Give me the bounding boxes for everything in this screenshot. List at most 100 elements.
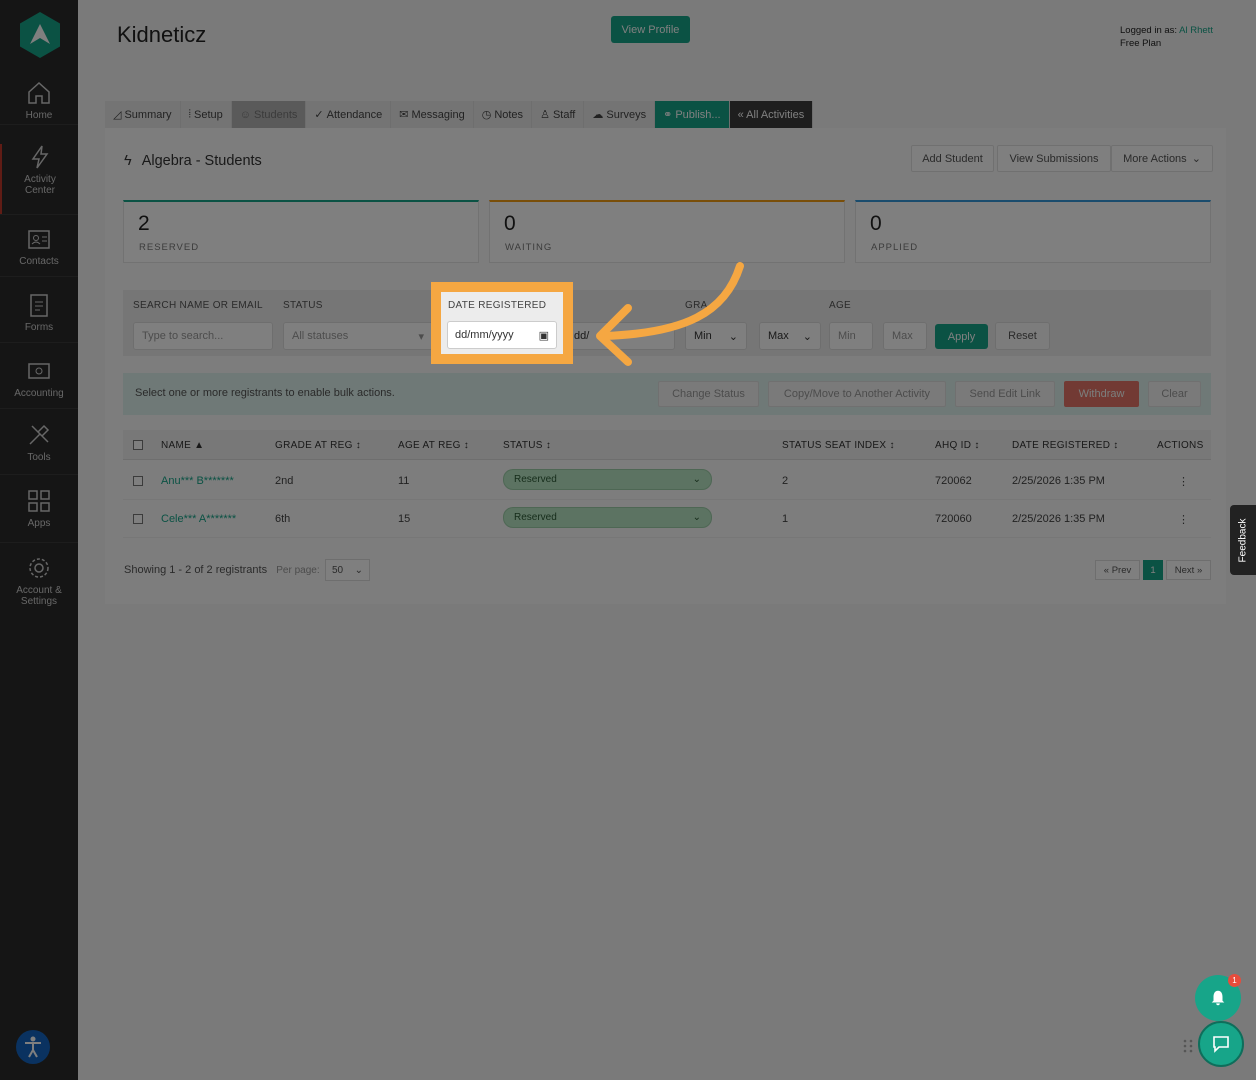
student-name-link[interactable]: Anu*** B*******: [161, 475, 234, 487]
more-actions-button[interactable]: More Actions ⌄: [1111, 145, 1213, 172]
tab-label: Staff: [552, 108, 576, 121]
grade-max-select[interactable]: Max ⌄: [759, 322, 821, 350]
date-registered-filter: DATE REGISTERED dd/mm/yyyy ▣: [441, 292, 563, 354]
search-input[interactable]: Type to search...: [133, 322, 273, 350]
column-header-actions: ACTIONS: [1157, 440, 1204, 451]
accessibility-button[interactable]: [16, 1030, 50, 1064]
column-header-ahq-id[interactable]: AHQ ID ↕: [935, 440, 980, 451]
next-page-button[interactable]: Next »: [1166, 560, 1211, 580]
sidebar-item-contacts[interactable]: Contacts: [0, 226, 78, 267]
grade-max-value: Max: [768, 330, 789, 342]
view-submissions-button[interactable]: View Submissions: [997, 145, 1111, 172]
select-all-checkbox[interactable]: [133, 440, 143, 450]
seat-index-cell: 1: [782, 513, 789, 525]
student-name-link[interactable]: Cele*** A*******: [161, 513, 236, 525]
status-select[interactable]: All statuses ▾: [283, 322, 433, 350]
sidebar-item-account-settings[interactable]: Account & Settings: [0, 555, 78, 607]
tab-all-activities[interactable]: « All Activities: [729, 101, 814, 128]
column-header-grade[interactable]: GRADE AT REG ↕: [275, 440, 361, 451]
date-from-input[interactable]: dd/mm/yyyy ▣: [447, 321, 557, 349]
drag-handle-icon[interactable]: [1182, 1038, 1194, 1054]
calendar-icon[interactable]: ▣: [539, 329, 549, 342]
column-header-date-registered[interactable]: DATE REGISTERED ↕: [1012, 440, 1119, 451]
column-header-age[interactable]: AGE AT REG ↕: [398, 440, 469, 451]
tab-summary[interactable]: ◿ Summary: [105, 101, 181, 128]
chevron-down-icon: ⌄: [692, 474, 701, 485]
pointer-arrow-icon: [596, 262, 744, 366]
notification-count-badge: 1: [1228, 974, 1241, 987]
lightning-icon: [31, 145, 49, 169]
user-name-link[interactable]: Al Rhett: [1179, 25, 1213, 36]
column-header-name[interactable]: NAME ▲: [161, 440, 204, 451]
chevron-down-icon: ⌄: [802, 330, 812, 343]
ahq-id-cell: 720062: [935, 475, 972, 487]
chevron-down-icon: ⌄: [354, 564, 363, 576]
plan-label: Free Plan: [1120, 38, 1162, 49]
page-title: Kidneticz: [117, 22, 207, 47]
tab-messaging[interactable]: ✉ Messaging: [391, 101, 474, 128]
applied-stat: 0 APPLIED: [855, 200, 1211, 263]
tab-publish[interactable]: ⚭ Publish...: [655, 101, 730, 128]
age-min-input[interactable]: Min: [829, 322, 873, 350]
age-max-input[interactable]: Max: [883, 322, 927, 350]
sidebar-item-tools[interactable]: Tools: [0, 422, 78, 463]
prev-page-button[interactable]: « Prev: [1095, 560, 1140, 580]
reset-button[interactable]: Reset: [995, 322, 1050, 350]
tab-notes[interactable]: ◷ Notes: [473, 101, 533, 128]
chat-button[interactable]: [1198, 1021, 1244, 1067]
age-cell: 15: [398, 513, 411, 525]
change-status-button[interactable]: Change Status: [658, 381, 759, 407]
row-actions-menu-icon[interactable]: ⋮: [1178, 513, 1189, 526]
add-student-button[interactable]: Add Student: [911, 145, 994, 172]
copy-move-button[interactable]: Copy/Move to Another Activity: [768, 381, 946, 407]
sidebar-item-label: Accounting: [14, 388, 64, 399]
tab-attendance[interactable]: ✓ Attendance: [306, 101, 392, 128]
sidebar-item-home[interactable]: Home: [0, 80, 78, 121]
tab-setup[interactable]: ⦙ Setup: [180, 101, 232, 128]
column-header-status[interactable]: STATUS ↕: [503, 440, 551, 451]
bell-icon: [1211, 990, 1225, 1006]
row-checkbox[interactable]: [133, 476, 143, 486]
chart-icon: ◿: [113, 109, 122, 121]
page-1-button[interactable]: 1: [1143, 560, 1163, 580]
staff-icon: ♙: [540, 109, 550, 121]
check-icon: ✓: [314, 109, 324, 121]
chat-icon: [1213, 1036, 1229, 1053]
seat-index-cell: 2: [782, 475, 789, 487]
sidebar-item-activity-center[interactable]: Activity Center: [0, 144, 78, 214]
grade-cell: 6th: [275, 513, 291, 525]
row-actions-menu-icon[interactable]: ⋮: [1178, 475, 1189, 488]
status-dropdown[interactable]: Reserved ⌄: [503, 469, 712, 490]
reserved-label: RESERVED: [139, 242, 200, 253]
withdraw-button[interactable]: Withdraw: [1064, 381, 1139, 407]
sidebar-item-accounting[interactable]: Accounting: [0, 358, 78, 399]
tab-students[interactable]: ☺ Students: [231, 101, 307, 128]
apply-button[interactable]: Apply: [935, 324, 988, 349]
accessibility-icon: [25, 1036, 41, 1058]
tab-staff[interactable]: ♙ Staff: [532, 101, 585, 128]
tab-label: « All Activities: [737, 108, 805, 121]
sidebar-item-forms[interactable]: Forms: [0, 292, 78, 333]
sidebar-item-apps[interactable]: Apps: [0, 488, 78, 529]
showing-count: Showing 1 - 2 of 2 registrants Per page:: [124, 564, 320, 576]
sidebar-item-label: Activity Center: [24, 174, 56, 196]
tab-label: Notes: [494, 108, 524, 121]
feedback-label: Feedback: [1237, 518, 1249, 562]
reserved-stat: 2 RESERVED: [123, 200, 479, 263]
waiting-label: WAITING: [505, 242, 553, 253]
bulk-hint: Select one or more registrants to enable…: [135, 387, 395, 399]
feedback-tab[interactable]: Feedback: [1230, 505, 1256, 575]
column-header-seat-index[interactable]: STATUS SEAT INDEX ↕: [782, 440, 895, 451]
cloud-icon: ☁: [592, 109, 604, 121]
view-profile-button[interactable]: View Profile: [611, 16, 690, 43]
logo-icon[interactable]: [20, 12, 60, 58]
per-page-select[interactable]: 50 ⌄: [325, 559, 370, 581]
sidebar-item-label: Forms: [24, 322, 54, 333]
row-checkbox[interactable]: [133, 514, 143, 524]
tab-surveys[interactable]: ☁ Surveys: [584, 101, 656, 128]
age-label: AGE: [829, 300, 852, 311]
status-dropdown[interactable]: Reserved ⌄: [503, 507, 712, 528]
clear-button[interactable]: Clear: [1148, 381, 1201, 407]
send-edit-link-button[interactable]: Send Edit Link: [955, 381, 1055, 407]
contacts-icon: [28, 230, 50, 249]
